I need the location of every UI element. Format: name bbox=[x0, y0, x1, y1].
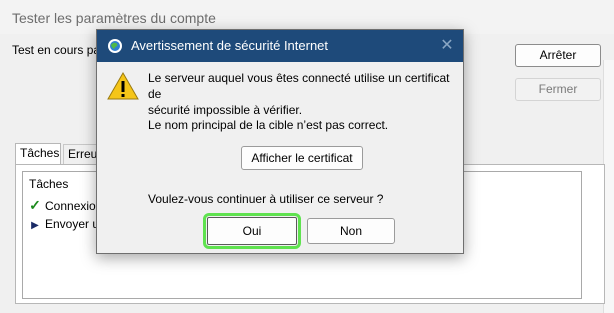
yes-button[interactable]: Oui bbox=[203, 213, 301, 249]
task-row: ✓ Connexion bbox=[27, 196, 102, 214]
message-line: sécurité impossible à vérifier. bbox=[148, 103, 303, 117]
target-name-message: Le nom principal de la cible n’est pas c… bbox=[148, 118, 389, 132]
task-label: Envoyer u bbox=[45, 217, 100, 231]
dialog-title: Avertissement de sécurité Internet bbox=[131, 38, 329, 53]
warning-message: Le serveur auquel vous êtes connecté uti… bbox=[148, 70, 460, 118]
dialog-titlebar: Avertissement de sécurité Internet ✕ bbox=[97, 30, 463, 62]
close-icon[interactable]: ✕ bbox=[437, 36, 457, 56]
task-row: ▶ Envoyer u bbox=[27, 215, 99, 233]
task-label: Connexion bbox=[45, 199, 103, 213]
continue-question: Voulez-vous continuer à utiliser ce serv… bbox=[148, 192, 384, 206]
security-warning-dialog: Avertissement de sécurité Internet ✕ Le … bbox=[96, 29, 464, 254]
warning-icon bbox=[107, 71, 139, 100]
close-button[interactable]: Fermer bbox=[515, 78, 601, 101]
window-title: Tester les paramètres du compte bbox=[12, 10, 216, 26]
tab-tasks[interactable]: Tâches bbox=[15, 143, 61, 165]
play-triangle-icon: ▶ bbox=[31, 220, 39, 231]
stop-button[interactable]: Arrêter bbox=[515, 44, 601, 67]
task-list-header: Tâches bbox=[29, 177, 69, 191]
test-status-text: Test en cours pa bbox=[12, 43, 101, 57]
checkmark-icon: ✓ bbox=[29, 197, 41, 213]
no-button[interactable]: Non bbox=[307, 218, 395, 244]
view-certificate-button[interactable]: Afficher le certificat bbox=[241, 146, 363, 170]
outlook-globe-icon bbox=[108, 39, 122, 53]
message-line: Le serveur auquel vous êtes connecté uti… bbox=[148, 71, 450, 101]
